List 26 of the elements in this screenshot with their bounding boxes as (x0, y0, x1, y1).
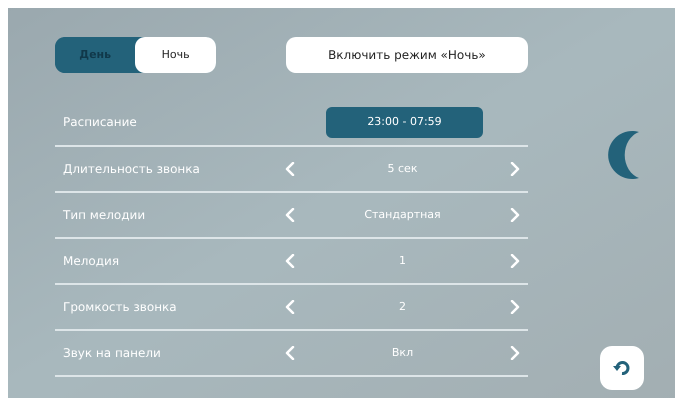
chevron-right-icon[interactable] (510, 208, 520, 222)
rotate-icon (612, 358, 632, 378)
schedule-time-button[interactable]: 23:00 - 07:59 (326, 106, 483, 138)
chevron-right-icon[interactable] (510, 162, 520, 176)
setting-value: 5 сек (388, 160, 418, 177)
setting-label: Мелодия (63, 253, 120, 270)
chevron-left-icon[interactable] (285, 300, 295, 314)
setting-label: Звук на панели (63, 345, 162, 362)
reset-button[interactable] (600, 346, 644, 390)
setting-value: 2 (399, 298, 406, 315)
switch-mode-button[interactable]: Включить режим «Ночь» (286, 37, 528, 73)
chevron-left-icon[interactable] (285, 208, 295, 222)
chevron-left-icon[interactable] (285, 162, 295, 176)
chevron-right-icon[interactable] (510, 300, 520, 314)
setting-label: Тип мелодии (63, 207, 146, 224)
chevron-right-icon[interactable] (510, 346, 520, 360)
setting-label: Расписание (63, 114, 138, 131)
chevron-left-icon[interactable] (285, 254, 295, 268)
setting-value: Стандартная (364, 206, 441, 223)
mode-tab[interactable]: Ночь (135, 37, 216, 73)
chevron-right-icon[interactable] (510, 254, 520, 268)
setting-value: 1 (399, 252, 406, 269)
setting-label: Длительность звонка (63, 161, 201, 178)
chevron-left-icon[interactable] (285, 346, 295, 360)
setting-value: Вкл (392, 344, 414, 361)
setting-label: Громкость звонка (63, 299, 178, 316)
